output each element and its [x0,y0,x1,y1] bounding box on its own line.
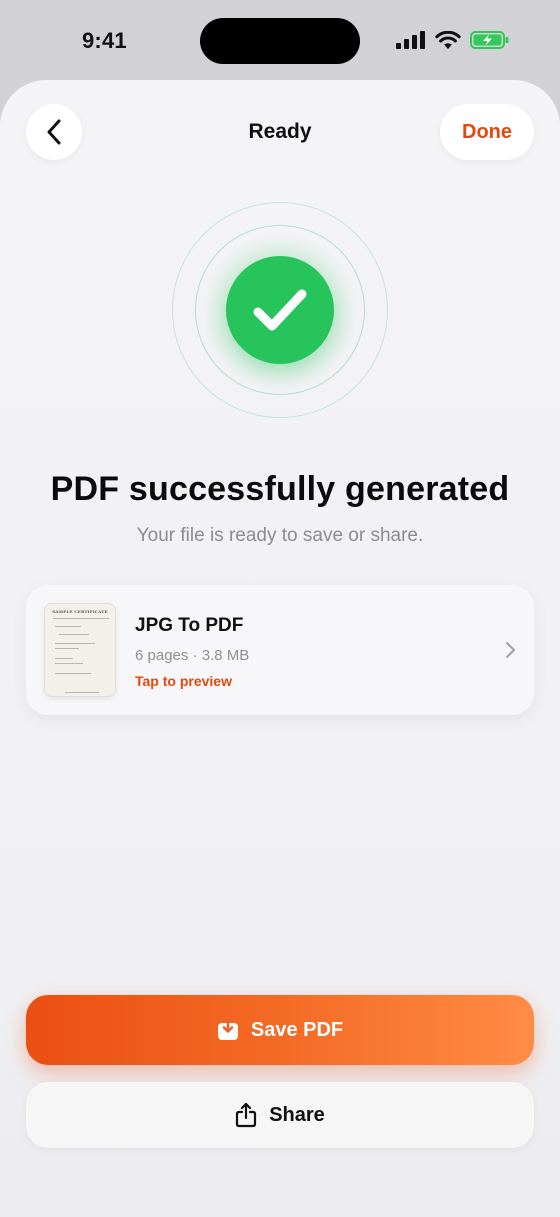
dynamic-island [200,18,360,64]
thumbnail-line [55,648,79,649]
thumbnail-line [55,663,83,664]
battery-icon [470,31,509,49]
nav-bar: Ready Done [0,104,560,162]
file-name: JPG To PDF [135,615,244,636]
bottom-actions: Save PDF Share [0,985,560,1217]
share-button[interactable]: Share [26,1082,534,1148]
file-meta: 6 pages · 3.8 MB [135,647,250,664]
status-bar: 9:41 [0,0,560,80]
success-headline: PDF successfully generated [50,470,510,508]
file-card[interactable]: SAMPLE CERTIFICATE JPG To PDF 6 pages · … [26,585,534,715]
thumbnail-line [55,658,73,659]
screen: 9:41 Ready Done PDF successfully generat… [0,0,560,1217]
thumbnail-line [55,626,81,627]
save-pdf-label: Save PDF [250,1018,344,1041]
thumbnail-line [53,618,109,619]
success-check-circle [226,256,334,364]
sheet: Ready Done PDF successfully generated Yo… [0,80,560,1217]
save-pdf-button[interactable]: Save PDF [26,995,534,1065]
pdf-thumbnail: SAMPLE CERTIFICATE [44,603,116,697]
share-icon [236,1102,257,1128]
thumbnail-line [59,634,89,635]
status-time: 9:41 [82,28,127,53]
preview-link[interactable]: Tap to preview [135,673,232,689]
thumbnail-line [55,643,95,644]
status-icons [396,30,510,50]
thumbnail-line [55,673,91,674]
signal-icon [396,31,425,49]
share-label: Share [269,1103,325,1126]
wifi-icon [435,30,461,49]
done-button[interactable]: Done [440,104,534,160]
success-indicator [172,202,388,418]
checkmark-icon [253,289,307,331]
chevron-right-icon [505,641,516,659]
download-icon [217,1019,238,1040]
thumbnail-title: SAMPLE CERTIFICATE [52,609,108,614]
thumbnail-line [65,692,99,693]
success-subtext: Your file is ready to save or share. [136,525,424,546]
